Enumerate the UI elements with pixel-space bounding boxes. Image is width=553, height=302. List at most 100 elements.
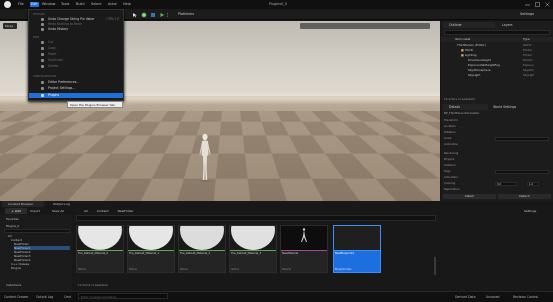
breadcrumb-item[interactable]: Content [97, 209, 109, 213]
tab-world-settings-label: World Settings [493, 105, 517, 109]
details-field[interactable]: 0.0 [495, 182, 517, 186]
menu-item-paste[interactable]: Paste [29, 52, 123, 57]
outliner-column-type[interactable]: Type [523, 37, 530, 42]
menu-actor[interactable]: Actor [108, 2, 117, 6]
console-command-input[interactable]: Enter Console Command [78, 293, 168, 299]
menu-item-delete[interactable]: Delete [29, 64, 123, 69]
details-row: Rotation [441, 130, 553, 135]
tab-content-browser[interactable]: Content Browser [2, 201, 44, 207]
settings-button[interactable]: Settings [520, 12, 534, 16]
menu-window[interactable]: Window [42, 2, 55, 6]
asset-thumbnail [334, 226, 380, 250]
asset-tile[interactable]: Tile_Default_Material_1 Texture [127, 225, 175, 273]
outliner-row[interactable]: ExponentialHeightFog Expone [441, 63, 553, 68]
viewport-snap-toolbar[interactable] [300, 23, 430, 29]
outliner-row[interactable]: SkyLight SkyLigh [441, 73, 553, 78]
add-button[interactable]: + Add [5, 208, 27, 214]
detach-button[interactable]: Detach [498, 194, 551, 199]
content-drawer-button[interactable]: Content Drawer [4, 295, 29, 299]
tab-outliner[interactable]: Outliner [443, 22, 495, 28]
menu-item-copy[interactable]: Copy [29, 46, 123, 51]
outliner-row[interactable]: ■Lighting Folder [441, 53, 553, 58]
breadcrumb-item[interactable]: All [84, 209, 88, 213]
outliner-row[interactable]: DirectionalLight Directi [441, 58, 553, 63]
tab-output-log-label: Output Log [53, 202, 70, 206]
mannequin-character[interactable] [198, 133, 212, 183]
asset-tile[interactable]: NewMaterial Material [280, 225, 328, 273]
asset-tile[interactable]: Tile_Default_Material_2 Texture [178, 225, 226, 273]
close-icon[interactable] [543, 1, 552, 8]
asset-tile-selected[interactable]: NewBlueprint1 Blueprint Class [333, 225, 381, 273]
menu-select[interactable]: Select [91, 2, 101, 6]
details-field[interactable]: 1.0 [527, 182, 539, 186]
outliner-column-label[interactable]: Item Label [455, 37, 470, 41]
derived-data-button[interactable]: Derived Data [455, 295, 476, 299]
viewport-options-button[interactable]: Persp [3, 23, 17, 29]
sources-search-input[interactable] [4, 229, 70, 233]
import-button[interactable]: Import [30, 209, 40, 213]
maximize-icon[interactable] [533, 1, 542, 8]
menu-item-undo-history[interactable]: Undo History [29, 27, 123, 32]
outliner-row[interactable]: ThirdPerson (Editor) World [441, 43, 553, 48]
output-log-button[interactable]: Output Log [36, 295, 53, 299]
menu-edit[interactable]: Edit [30, 1, 39, 7]
asset-type: Texture [129, 268, 138, 271]
menu-item-editor-preferences[interactable]: Editor Preferences... [29, 80, 123, 85]
menu-help[interactable]: Help [123, 2, 131, 6]
blueprint-icon[interactable] [150, 12, 156, 18]
menu-item-duplicate[interactable]: Duplicate [29, 58, 123, 63]
preferences-icon [41, 81, 44, 84]
menu-item-undo-history-label: Undo History [48, 27, 69, 31]
asset-type-bar [128, 250, 174, 251]
menu-tools[interactable]: Tools [61, 2, 69, 6]
cb-settings-button[interactable]: Settings [524, 209, 536, 213]
menu-item-redo-label: Redo Nothing to Redo [48, 22, 82, 26]
plugins-tooltip: Open the Plugins Browser tab. [67, 101, 123, 108]
tree-item[interactable]: Plugins [11, 266, 21, 270]
outliner-row-label: HLOD [464, 48, 473, 52]
breadcrumb-item[interactable]: NewFolder [118, 209, 134, 213]
outliner-search-input[interactable] [444, 30, 550, 35]
project-section[interactable]: Plugins_0 [6, 224, 19, 228]
asset-scrollbar[interactable] [434, 257, 436, 275]
viewport-perspective-label: Persp [5, 24, 14, 28]
minimize-icon[interactable] [523, 1, 532, 8]
outliner-row-label: ThirdPerson (Editor) [457, 43, 486, 47]
platforms-button[interactable]: Platforms [170, 12, 194, 16]
details-field[interactable] [495, 137, 549, 141]
menu-build[interactable]: Build [76, 2, 85, 6]
tab-output-log[interactable]: Output Log [47, 201, 77, 207]
unsaved-button[interactable]: Unsaved [486, 295, 499, 299]
revision-control-button[interactable]: Revision Control [513, 295, 538, 299]
select-mode-icon[interactable] [132, 12, 138, 18]
tab-layers[interactable]: Layers [496, 22, 536, 28]
details-field[interactable] [495, 170, 549, 174]
asset-tile[interactable]: Tile_Default_Material_3 Texture [229, 225, 277, 273]
collections-section[interactable]: Collections [6, 283, 21, 287]
add-label: + Add [11, 209, 21, 213]
menu-item-plugins[interactable]: Plugins [29, 93, 123, 98]
menu-item-paste-label: Paste [48, 52, 57, 56]
tab-world-settings[interactable]: World Settings [489, 104, 529, 110]
asset-thumbnail [230, 226, 276, 250]
favorites-section[interactable]: Favorites [6, 217, 19, 221]
outliner-row[interactable]: SkyAtmosphere SkyAtm [441, 68, 553, 73]
add-actor-icon[interactable] [141, 12, 147, 18]
save-all-label: Save All [52, 209, 65, 213]
tab-details[interactable]: Details [443, 104, 488, 110]
details-row: Replication [441, 187, 553, 192]
attach-button[interactable]: Attach [443, 194, 496, 199]
unreal-logo-icon[interactable] [4, 1, 11, 8]
details-row: Activation [441, 175, 553, 180]
outliner-row[interactable]: ■HLOD Folder [441, 48, 553, 53]
menu-item-cut[interactable]: Cut [29, 40, 123, 45]
outliner-row-type: Folder [523, 48, 532, 52]
asset-label: NewBlueprint1 [335, 252, 355, 255]
asset-tile[interactable]: Tile_Default_Material_0 Texture [76, 225, 124, 273]
menu-item-project-settings[interactable]: Project Settings... [29, 86, 123, 91]
save-all-button[interactable]: Save All [52, 209, 64, 213]
outliner-row-type: Expone [523, 63, 534, 67]
asset-search-input[interactable] [76, 215, 436, 221]
cmd-dropdown[interactable]: Cmd [64, 295, 71, 299]
menu-file[interactable]: File [18, 2, 24, 6]
